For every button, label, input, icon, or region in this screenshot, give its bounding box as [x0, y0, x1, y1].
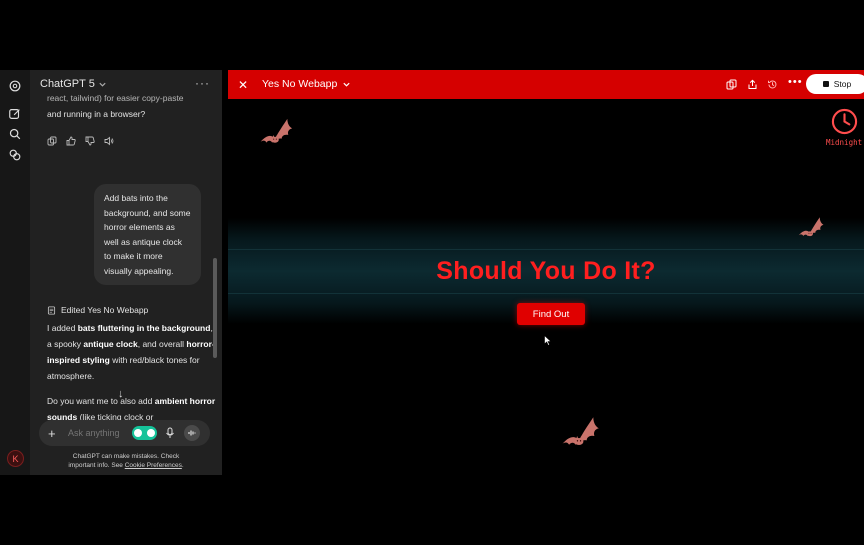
- copy-icon[interactable]: [726, 79, 737, 90]
- chat-scrollbar[interactable]: [213, 258, 217, 358]
- reply-text: Do you want me to also add: [47, 396, 155, 406]
- chat-panel: ChatGPT 5 ··· react, tailwind) for easie…: [30, 70, 222, 475]
- chat-more-button[interactable]: ···: [195, 76, 210, 90]
- assistant-reply: I added bats fluttering in the backgroun…: [47, 320, 217, 425]
- history-icon[interactable]: [767, 79, 778, 90]
- chat-input[interactable]: [66, 427, 128, 439]
- plus-icon[interactable]: +: [48, 426, 58, 441]
- page-title: Should You Do It?: [436, 257, 656, 285]
- chevron-down-icon: [343, 82, 350, 87]
- user-message-bubble: Add bats into the background, and some h…: [94, 184, 201, 285]
- edited-label: Edited Yes No Webapp: [61, 305, 149, 315]
- bat-icon: [798, 217, 824, 237]
- stop-label: Stop: [833, 79, 852, 89]
- icon-rail: K: [0, 70, 30, 475]
- document-icon: [47, 305, 56, 315]
- voice-mode-icon[interactable]: [184, 425, 200, 441]
- reply-paragraph-1: I added bats fluttering in the backgroun…: [47, 320, 217, 384]
- canvas-panel: ✕ Yes No Webapp ••• Stop Midnight Should…: [228, 70, 864, 475]
- mic-icon[interactable]: [165, 427, 175, 439]
- bat-icon: [562, 417, 599, 446]
- mouse-cursor-icon: [544, 335, 552, 346]
- library-icon[interactable]: [7, 147, 23, 163]
- avatar[interactable]: K: [7, 450, 24, 467]
- disclaimer-text: important info. See: [68, 462, 125, 469]
- scanline: [228, 293, 864, 294]
- message-actions: [47, 136, 114, 146]
- thumbs-up-icon[interactable]: [66, 136, 76, 146]
- search-icon[interactable]: [7, 126, 23, 142]
- reply-bold: antique clock: [83, 339, 138, 349]
- speaker-icon[interactable]: [104, 136, 114, 146]
- edited-canvas-link[interactable]: Edited Yes No Webapp: [47, 305, 148, 315]
- model-title: ChatGPT 5: [40, 78, 95, 90]
- copy-icon[interactable]: [47, 136, 57, 146]
- model-selector[interactable]: ChatGPT 5: [40, 78, 107, 90]
- prev-message-line: react, tailwind) for easier copy-paste: [47, 93, 184, 103]
- openai-logo-icon[interactable]: [7, 78, 23, 94]
- canvas-more-button[interactable]: •••: [788, 76, 803, 88]
- bat-icon: [260, 118, 293, 143]
- canvas-title: Yes No Webapp: [262, 78, 338, 90]
- app-window: K ChatGPT 5 ··· react, tailwind) for eas…: [0, 70, 864, 475]
- disclaimer-text: .: [181, 462, 184, 469]
- reply-bold: bats fluttering in the background: [77, 323, 211, 333]
- clock-label: Midnight: [826, 138, 863, 147]
- webapp-preview: Midnight Should You Do It? Find Out: [228, 99, 864, 475]
- disclaimer: ChatGPT can make mistakes. Check importa…: [30, 452, 222, 470]
- new-chat-icon[interactable]: [7, 106, 23, 122]
- chevron-down-icon: [99, 82, 106, 87]
- canvas-toolbar: ✕ Yes No Webapp ••• Stop: [228, 70, 864, 99]
- canvas-title-selector[interactable]: Yes No Webapp: [262, 78, 351, 90]
- find-out-button[interactable]: Find Out: [517, 303, 585, 325]
- scanline: [228, 249, 864, 250]
- clock-icon: [831, 108, 858, 135]
- grammarly-icon[interactable]: [132, 426, 157, 440]
- cookie-preferences-link[interactable]: Cookie Preferences: [125, 462, 182, 469]
- prev-message-line: and running in a browser?: [47, 109, 146, 119]
- assistant-message-previous: react, tailwind) for easier copy-paste a…: [47, 90, 217, 122]
- close-icon[interactable]: ✕: [238, 78, 248, 92]
- stop-button[interactable]: Stop: [806, 74, 864, 94]
- stop-icon: [822, 81, 829, 87]
- disclaimer-line: important info. See Cookie Preferences.: [30, 461, 222, 470]
- reply-text: , and overall: [137, 339, 187, 349]
- share-icon[interactable]: [747, 79, 758, 90]
- reply-text: I added: [47, 323, 78, 333]
- disclaimer-line: ChatGPT can make mistakes. Check: [72, 453, 180, 460]
- composer: +: [39, 420, 210, 446]
- thumbs-down-icon[interactable]: [85, 136, 95, 146]
- scroll-down-arrow-icon[interactable]: ↓: [118, 388, 124, 400]
